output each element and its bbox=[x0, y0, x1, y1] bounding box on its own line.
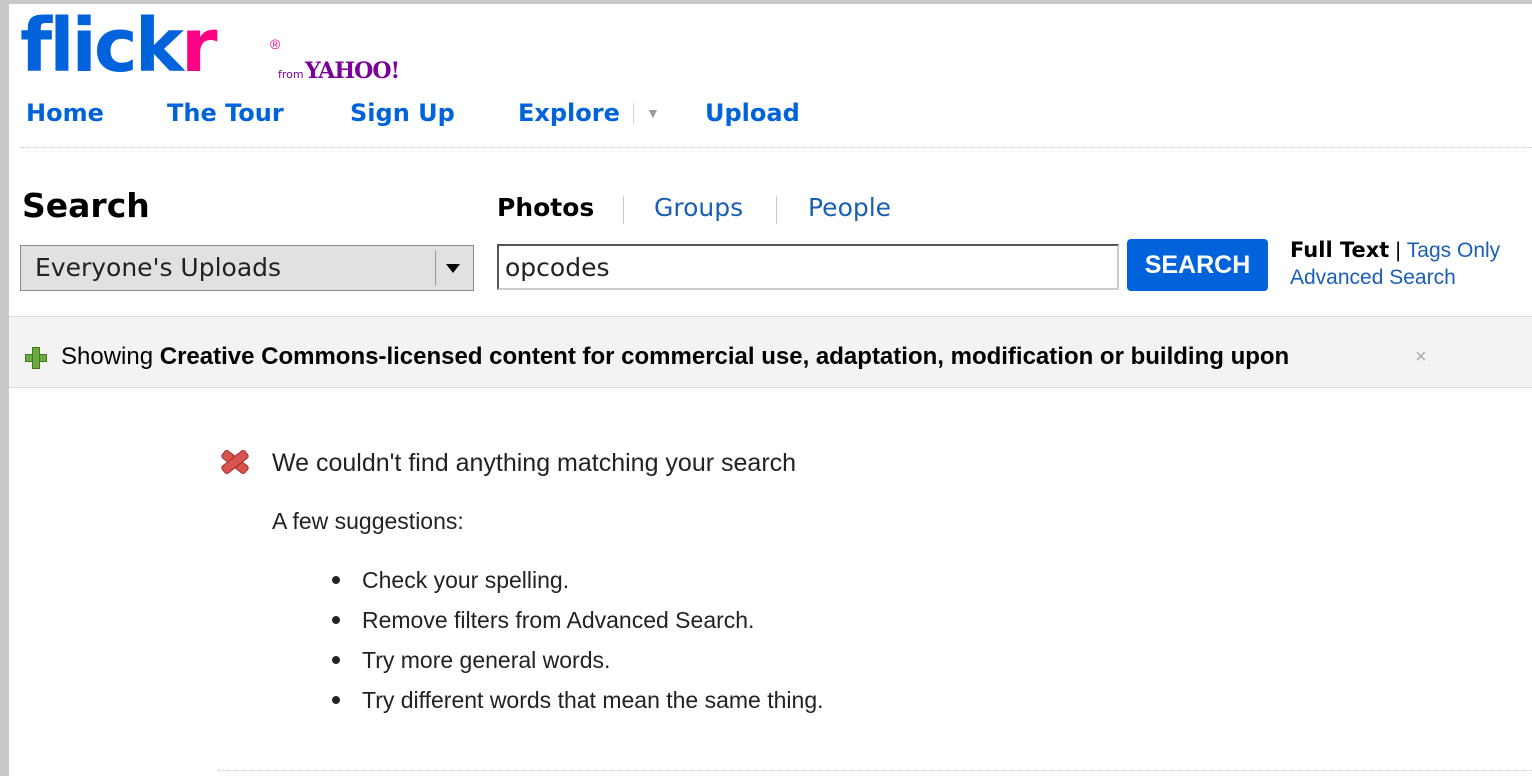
advanced-search-link[interactable]: Advanced Search bbox=[1290, 264, 1456, 292]
registered-mark: ® bbox=[270, 36, 281, 52]
nav-the-tour[interactable]: The Tour bbox=[167, 97, 284, 129]
close-icon[interactable]: × bbox=[1415, 341, 1427, 373]
mode-separator: | bbox=[1395, 239, 1401, 262]
search-scope-value: Everyone's Uploads bbox=[35, 253, 282, 282]
search-scope-select[interactable]: Everyone's Uploads bbox=[20, 245, 474, 291]
search-input[interactable] bbox=[497, 244, 1119, 290]
error-x-icon bbox=[218, 446, 250, 478]
tab-separator bbox=[776, 196, 777, 224]
tab-separator bbox=[623, 196, 624, 224]
content-divider bbox=[218, 770, 1532, 771]
list-item: Check your spelling. bbox=[330, 565, 824, 605]
full-text-option[interactable]: Full Text bbox=[1290, 238, 1389, 262]
list-item: Remove filters from Advanced Search. bbox=[330, 605, 824, 645]
suggestions-list: Check your spelling. Remove filters from… bbox=[330, 565, 824, 725]
tab-photos[interactable]: Photos bbox=[497, 192, 594, 224]
filter-bar: Showing Creative Commons-licensed conten… bbox=[9, 316, 1532, 388]
filter-text: Showing Creative Commons-licensed conten… bbox=[61, 341, 1289, 373]
nav-divider bbox=[20, 147, 1532, 148]
logo-from: from bbox=[278, 68, 304, 81]
tab-people[interactable]: People bbox=[808, 192, 891, 224]
plus-icon[interactable] bbox=[25, 347, 47, 369]
search-mode: Full Text | Tags Only bbox=[1290, 236, 1500, 265]
filter-description: Creative Commons-licensed content for co… bbox=[159, 343, 1290, 370]
logo-wordmark: flickr bbox=[20, 3, 217, 89]
nav-explore-divider bbox=[633, 103, 634, 125]
search-button[interactable]: SEARCH bbox=[1127, 239, 1268, 291]
yahoo-logo: YAHOO! bbox=[305, 58, 400, 84]
chevron-down-icon[interactable]: ▼ bbox=[646, 97, 660, 129]
dropdown-button[interactable] bbox=[435, 250, 469, 286]
window-top-border bbox=[0, 0, 1532, 4]
logo-r: r bbox=[181, 3, 217, 89]
tab-groups[interactable]: Groups bbox=[654, 192, 743, 224]
logo-flick: flick bbox=[20, 3, 184, 89]
nav-sign-up[interactable]: Sign Up bbox=[350, 97, 455, 129]
suggestions-title: A few suggestions: bbox=[272, 508, 464, 534]
triangle-down-icon bbox=[446, 264, 460, 273]
page-title: Search bbox=[22, 186, 150, 225]
window-left-border bbox=[0, 0, 9, 776]
nav-home[interactable]: Home bbox=[26, 97, 104, 129]
filter-prefix: Showing bbox=[61, 343, 154, 370]
list-item: Try different words that mean the same t… bbox=[330, 685, 824, 725]
no-results-message: We couldn't find anything matching your … bbox=[272, 449, 797, 477]
list-item: Try more general words. bbox=[330, 645, 824, 685]
nav-explore[interactable]: Explore bbox=[518, 97, 620, 129]
nav-upload[interactable]: Upload bbox=[705, 97, 800, 129]
tags-only-link[interactable]: Tags Only bbox=[1407, 239, 1500, 262]
